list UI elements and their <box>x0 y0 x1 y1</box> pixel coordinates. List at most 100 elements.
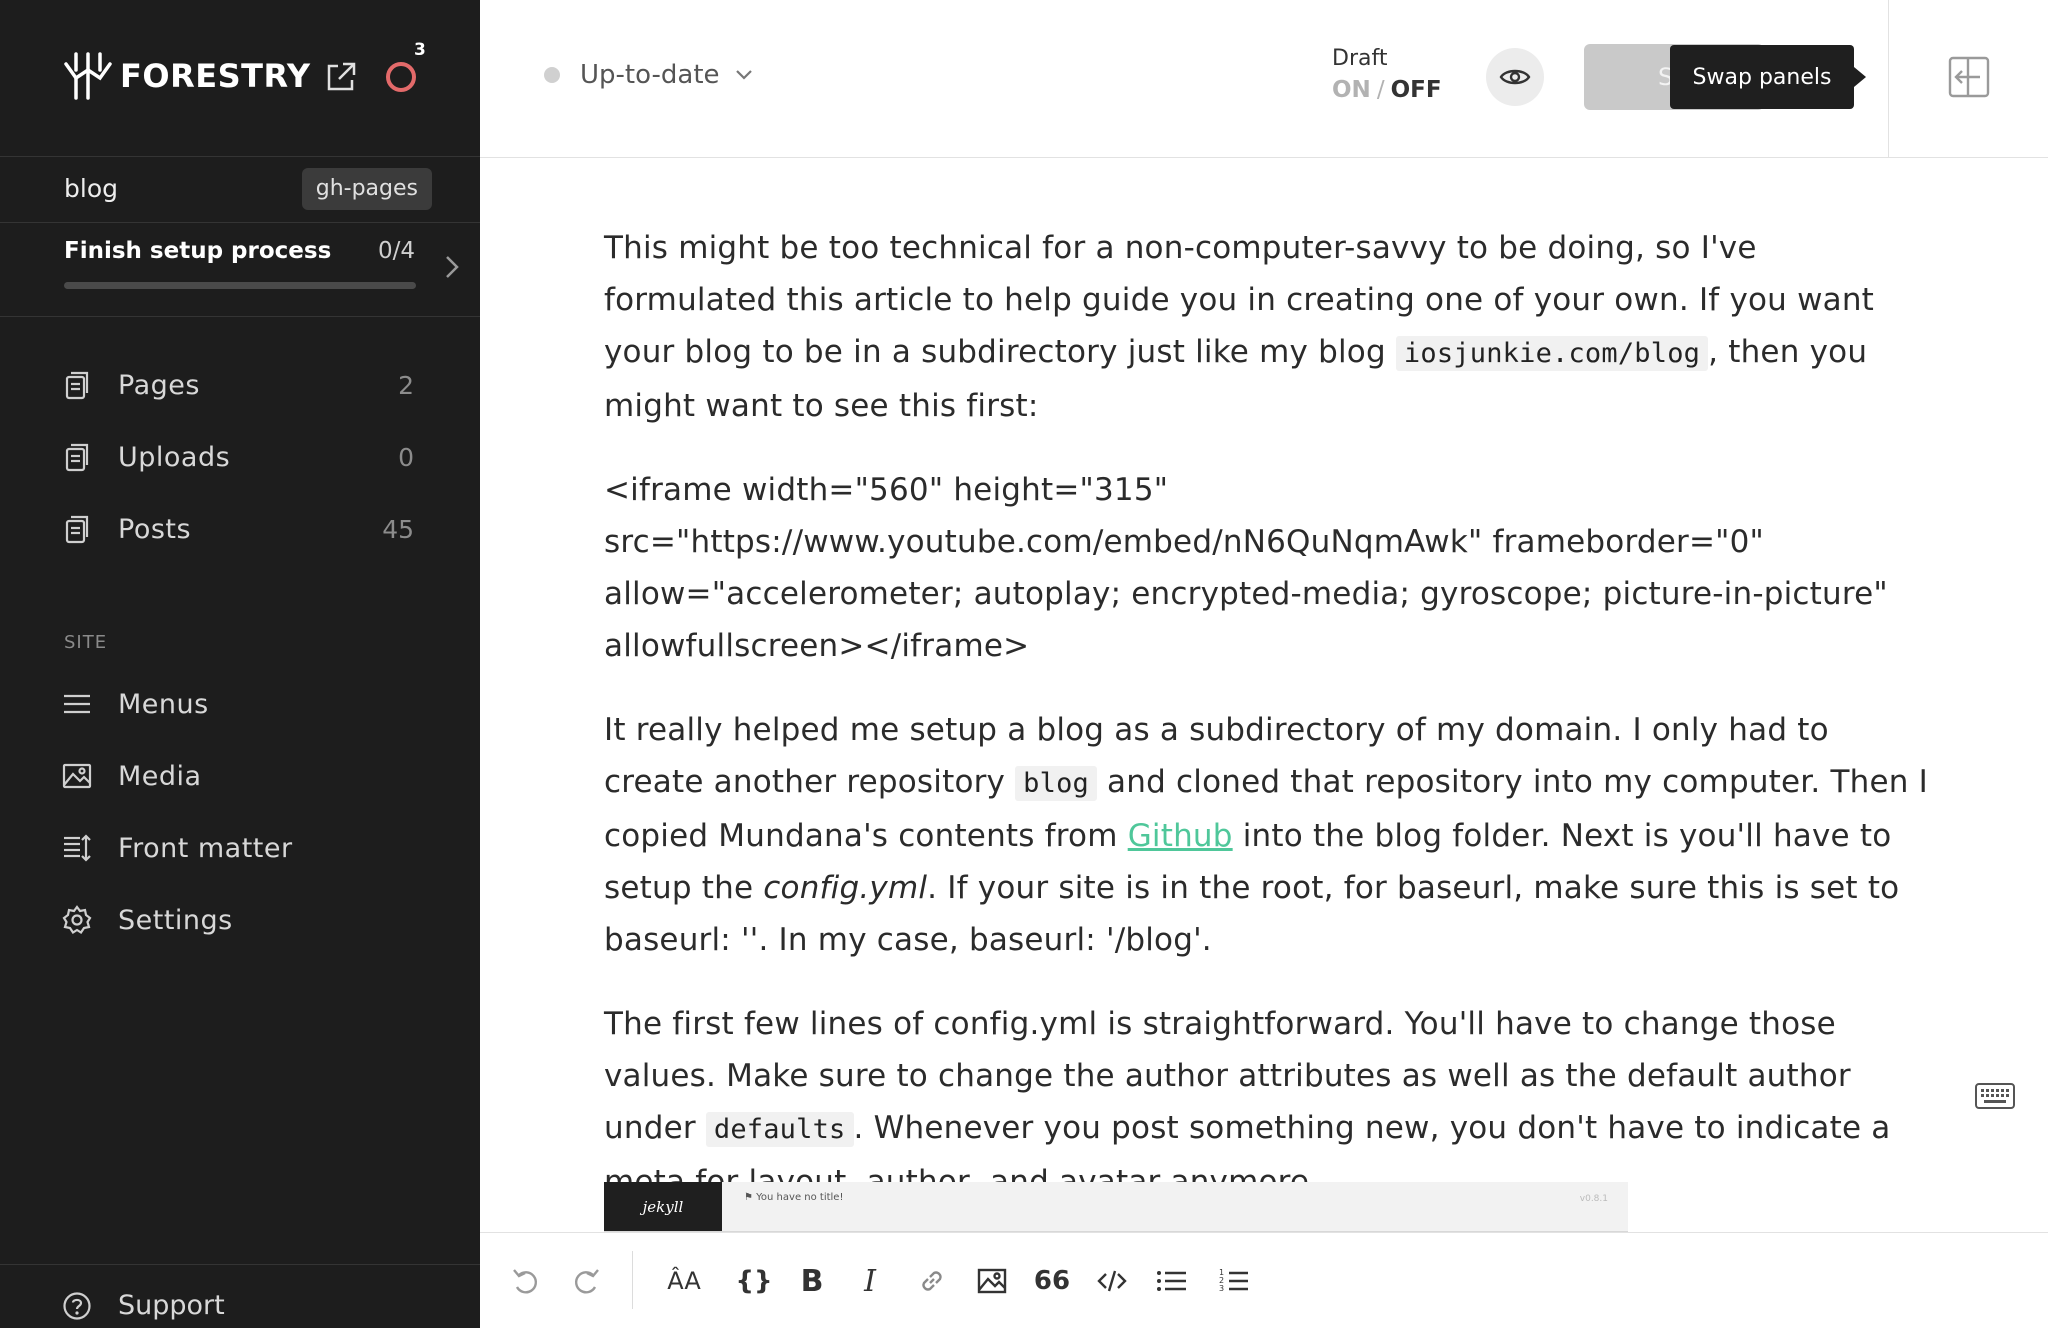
notifications-button[interactable]: 3 <box>384 40 426 92</box>
bullet-list-icon <box>1157 1271 1186 1291</box>
repo-row: blog gh-pages <box>64 168 432 212</box>
chevron-down-icon <box>735 70 752 80</box>
repo-name: blog <box>64 174 118 203</box>
numbered-list-icon: 123 <box>1219 1268 1248 1293</box>
brand-name: FORESTRY <box>120 57 311 95</box>
status-dropdown[interactable]: Up-to-date <box>544 60 754 90</box>
divider <box>0 156 480 157</box>
setup-title: Finish setup process <box>64 238 332 264</box>
code-block-button[interactable]: {} <box>735 1263 773 1299</box>
image-icon <box>977 1268 1007 1294</box>
inline-code: blog <box>1015 766 1097 801</box>
emphasis-text: config.yml <box>763 870 928 906</box>
inline-code: iosjunkie.com/blog <box>1395 336 1709 371</box>
draft-on-option[interactable]: ON <box>1332 77 1371 103</box>
paragraph: <iframe width="560" height="315" src="ht… <box>604 472 1888 664</box>
image-button[interactable] <box>974 1263 1010 1299</box>
editor-topbar: Up-to-date Draft ON / OFF S Swap panels <box>480 0 2048 158</box>
branch-badge[interactable]: gh-pages <box>301 168 432 210</box>
content-nav: Pages 2 Uploads 0 Posts 45 <box>62 349 422 565</box>
link-icon <box>922 1271 942 1291</box>
github-link[interactable]: Github <box>1128 818 1233 854</box>
menu-icon <box>64 694 90 714</box>
support-link[interactable]: Support <box>62 1290 225 1321</box>
sidebar-item-label: Menus <box>118 688 209 720</box>
image-icon <box>62 763 92 789</box>
sidebar-item-posts[interactable]: Posts 45 <box>62 493 422 565</box>
keyboard-icon <box>1975 1083 2015 1109</box>
bullet-list-button[interactable] <box>1154 1263 1190 1299</box>
sidebar-item-pages[interactable]: Pages 2 <box>62 349 422 421</box>
paragraph: It really helped me setup a blog as a su… <box>604 704 1934 966</box>
sidebar-item-count: 0 <box>398 442 414 472</box>
section-label-site: SITE <box>64 632 108 653</box>
document-icon <box>65 515 89 544</box>
status-dot <box>544 67 560 83</box>
heading-icon: ÂA <box>667 1267 701 1295</box>
divider <box>1888 0 1889 158</box>
sidebar-item-settings[interactable]: Settings <box>62 884 422 956</box>
svg-text:3: 3 <box>1219 1284 1224 1293</box>
sidebar-item-menus[interactable]: Menus <box>62 668 422 740</box>
draft-title: Draft <box>1332 46 1388 71</box>
preview-button[interactable] <box>1486 48 1544 106</box>
sidebar-item-label: Pages <box>118 369 200 401</box>
blockquote-button[interactable]: 66 <box>1034 1263 1070 1299</box>
editor-content[interactable]: This might be too technical for a non-co… <box>604 222 1934 1240</box>
embedded-title: ⚑ You have no title! <box>744 1192 844 1203</box>
paragraph: This might be too technical for a non-co… <box>604 222 1934 432</box>
divider <box>0 316 480 317</box>
eye-icon <box>1499 69 1531 85</box>
forestry-logo-icon <box>64 52 112 100</box>
draft-separator: / <box>1376 77 1385 103</box>
italic-button[interactable]: I <box>852 1263 888 1299</box>
keyboard-shortcuts-button[interactable] <box>1974 1080 2016 1112</box>
undo-icon <box>513 1269 538 1294</box>
redo-icon <box>574 1269 599 1294</box>
jekyll-logo: jekyll <box>604 1182 722 1231</box>
notification-ring-icon <box>386 62 416 92</box>
inline-code: defaults <box>705 1112 854 1147</box>
braces-icon: {} <box>735 1266 773 1296</box>
embedded-version: v0.8.1 <box>1579 1194 1608 1204</box>
setup-progress[interactable]: Finish setup process 0/4 <box>64 238 480 308</box>
sidebar-item-count: 45 <box>382 514 414 544</box>
italic-icon: I <box>864 1263 876 1299</box>
swap-panels-tooltip: Swap panels <box>1670 45 1866 109</box>
sidebar-item-label: Posts <box>118 513 192 545</box>
document-icon <box>65 371 89 400</box>
site-nav: Menus Media Front matter Settings <box>62 668 422 956</box>
support-label: Support <box>118 1290 225 1321</box>
paragraph: The first few lines of config.yml is str… <box>604 998 1934 1208</box>
sidebar-item-front-matter[interactable]: Front matter <box>62 812 422 884</box>
gear-icon <box>62 905 92 934</box>
toolbar-divider <box>632 1251 633 1309</box>
setup-count: 0/4 <box>378 238 416 264</box>
code-button[interactable] <box>1094 1263 1130 1299</box>
divider <box>0 1264 480 1265</box>
help-icon <box>63 1291 91 1320</box>
draft-off-option[interactable]: OFF <box>1391 77 1442 103</box>
sidebar-item-count: 2 <box>398 370 414 400</box>
bold-icon: B <box>800 1263 824 1299</box>
bold-button[interactable]: B <box>794 1263 830 1299</box>
sidebar: FORESTRY 3 blog gh-pages Finish setup pr… <box>0 0 480 1328</box>
front-matter-icon <box>64 834 91 862</box>
document-icon <box>65 443 89 472</box>
undo-button[interactable] <box>508 1263 544 1299</box>
sidebar-item-label: Front matter <box>118 832 293 864</box>
sidebar-item-media[interactable]: Media <box>62 740 422 812</box>
brand[interactable]: FORESTRY <box>62 50 311 102</box>
heading-button[interactable]: ÂA <box>666 1263 702 1299</box>
open-site-icon[interactable] <box>324 60 358 94</box>
sidebar-item-uploads[interactable]: Uploads 0 <box>62 421 422 493</box>
divider <box>0 222 480 223</box>
chevron-right-icon <box>446 256 459 278</box>
notification-count: 3 <box>414 40 426 60</box>
redo-button[interactable] <box>568 1263 604 1299</box>
link-button[interactable] <box>914 1263 950 1299</box>
numbered-list-button[interactable]: 123 <box>1216 1263 1252 1299</box>
swap-panels-button[interactable] <box>1948 56 1990 98</box>
status-label: Up-to-date <box>580 60 720 90</box>
embedded-screenshot[interactable]: jekyll ⚑ You have no title! v0.8.1 <box>604 1182 1628 1232</box>
